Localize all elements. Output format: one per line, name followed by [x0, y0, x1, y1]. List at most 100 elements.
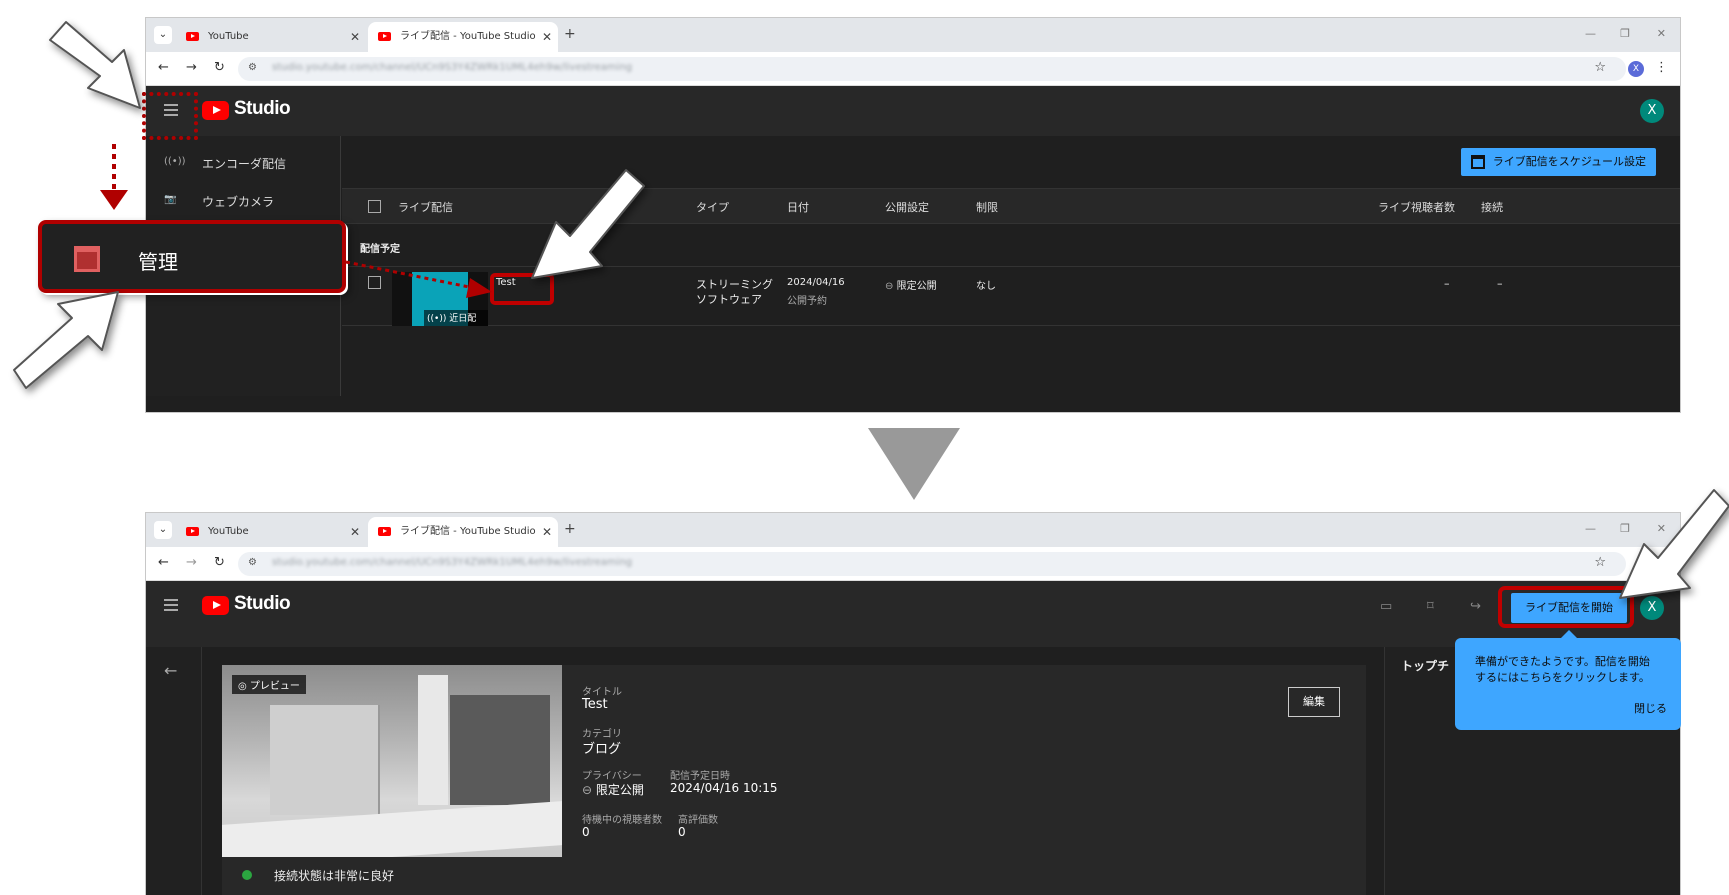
minimize-icon[interactable]: —: [1585, 27, 1596, 40]
close-window-icon[interactable]: ✕: [1657, 27, 1666, 40]
stream-preview[interactable]: ◎ プレビュー: [222, 665, 562, 857]
top-browser-window: ⌄ YouTube ✕ ライブ配信 - YouTube Studio ✕ + —…: [145, 17, 1681, 413]
site-info-icon[interactable]: ⚙: [248, 62, 257, 73]
tab-strip: ⌄ YouTube ✕ ライブ配信 - YouTube Studio ✕ + —…: [146, 513, 1680, 547]
header-type[interactable]: タイプ: [696, 199, 729, 215]
select-all-checkbox[interactable]: [368, 200, 381, 213]
youtube-logo-icon[interactable]: [202, 596, 229, 615]
minimize-icon[interactable]: —: [1585, 522, 1596, 535]
browser-menu-icon[interactable]: ⋮: [1655, 60, 1668, 75]
upcoming-badge-label: 近日配信: [449, 314, 477, 324]
url-text: studio.youtube.com/channel/UCn9S3Y4ZWRk1…: [272, 62, 633, 73]
header-visibility[interactable]: 公開設定: [885, 199, 929, 215]
forward-icon[interactable]: →: [186, 555, 197, 570]
hamburger-highlight: [142, 92, 198, 140]
tab-title: YouTube: [208, 31, 249, 42]
live-content-area: ライブ配信をスケジュール設定 ライブ配信 タイプ 日付 公開設定 制限 ライブ視…: [342, 136, 1680, 396]
close-tab-icon[interactable]: ✕: [542, 517, 552, 547]
calendar-icon: [74, 246, 100, 272]
stream-thumbnail[interactable]: ((•)) 近日配信: [392, 272, 488, 326]
down-arrow-icon: [868, 428, 960, 500]
header-connection[interactable]: 接続: [1481, 199, 1503, 215]
title-label: タイトル: [582, 687, 622, 698]
tab-title: ライブ配信 - YouTube Studio: [400, 31, 536, 42]
back-icon[interactable]: ←: [158, 60, 169, 75]
privacy-value: ⊖ 限定公開: [582, 781, 644, 798]
bookmark-star-icon[interactable]: ☆: [1594, 60, 1606, 75]
back-arrow-icon[interactable]: ←: [164, 661, 177, 680]
tab-studio[interactable]: ライブ配信 - YouTube Studio ✕: [368, 22, 558, 52]
close-tab-icon[interactable]: ✕: [350, 22, 360, 52]
restore-icon[interactable]: ❐: [1620, 27, 1630, 40]
studio-header: Studio ▭ ⌑ ↪ ライブ配信を開始 X: [146, 581, 1680, 647]
stream-card: ◎ プレビュー タイトル Test カテゴリ ブログ プライバシー ⊖ 限定公開…: [222, 665, 1366, 895]
new-tab-button[interactable]: +: [564, 521, 576, 537]
url-text: studio.youtube.com/channel/UCn9S3Y4ZWRk1…: [272, 557, 633, 568]
link-icon: ⊖: [582, 783, 593, 797]
manage-callout[interactable]: 管理: [38, 220, 346, 293]
tab-search-button[interactable]: ⌄: [154, 521, 172, 539]
share-icon[interactable]: ↪: [1470, 599, 1481, 614]
back-icon[interactable]: ←: [158, 555, 169, 570]
preview-label: プレビュー: [249, 681, 300, 692]
schedule-button-label: ライブ配信をスケジュール設定: [1492, 155, 1646, 168]
reload-icon[interactable]: ↻: [214, 60, 225, 75]
youtube-logo-icon[interactable]: [202, 101, 229, 120]
youtube-favicon-icon: [186, 527, 199, 536]
date-value: 2024/04/16: [787, 277, 845, 288]
header-stream[interactable]: ライブ配信: [398, 199, 453, 215]
tab-search-button[interactable]: ⌄: [154, 26, 172, 44]
sidebar-item-encoder[interactable]: ((•)) エンコーダ配信: [146, 144, 341, 182]
pointer-arrow-icon: [49, 21, 141, 109]
close-tab-icon[interactable]: ✕: [350, 517, 360, 547]
restore-icon[interactable]: ❐: [1620, 522, 1630, 535]
sidebar-item-label: ウェブカメラ: [202, 195, 275, 209]
bookmark-star-icon[interactable]: ☆: [1594, 555, 1606, 570]
account-avatar[interactable]: X: [1640, 99, 1664, 123]
tooltip-text: 準備ができたようです。配信を開始するにはこちらをクリックします。: [1475, 655, 1650, 684]
header-viewers[interactable]: ライブ視聴者数: [1378, 199, 1455, 215]
reload-icon[interactable]: ↻: [214, 555, 225, 570]
close-tab-icon[interactable]: ✕: [542, 22, 552, 52]
upcoming-badge: ((•)) 近日配信: [424, 310, 488, 326]
hamburger-menu-icon[interactable]: [164, 599, 178, 611]
clapperboard-icon[interactable]: ▭: [1380, 599, 1392, 614]
down-arrowhead-icon: [100, 190, 128, 210]
tab-youtube[interactable]: YouTube ✕: [176, 22, 366, 52]
profile-avatar[interactable]: X: [1628, 61, 1644, 77]
tab-studio[interactable]: ライブ配信 - YouTube Studio ✕: [368, 517, 558, 547]
row-checkbox[interactable]: [368, 276, 381, 289]
new-tab-button[interactable]: +: [564, 26, 576, 42]
address-input[interactable]: ⚙ studio.youtube.com/channel/UCn9S3Y4ZWR…: [238, 552, 1626, 576]
forward-icon[interactable]: →: [186, 60, 197, 75]
address-input[interactable]: ⚙ studio.youtube.com/channel/UCn9S3Y4ZWR…: [238, 57, 1626, 81]
connection-status-text: 接続状態は非常に良好: [274, 869, 395, 883]
category-value: ブログ: [582, 742, 622, 757]
status-dot-icon: [242, 870, 252, 880]
address-bar-row: ← → ↻ ⚙ studio.youtube.com/channel/UCn9S…: [146, 52, 1680, 86]
likes-label: 高評価数: [678, 815, 718, 826]
tab-youtube[interactable]: YouTube ✕: [176, 517, 366, 547]
close-window-icon[interactable]: ✕: [1657, 522, 1666, 535]
site-info-icon[interactable]: ⚙: [248, 557, 257, 568]
account-avatar[interactable]: X: [1640, 596, 1664, 620]
likes-value: 0: [678, 825, 686, 839]
manage-label: 管理: [138, 250, 178, 274]
privacy-text: 限定公開: [595, 783, 644, 797]
right-pane-title: トップチ: [1401, 659, 1450, 673]
table-header: ライブ配信 タイプ 日付 公開設定 制限 ライブ視聴者数 接続: [342, 188, 1680, 224]
link-icon: ⊖: [885, 281, 894, 292]
preview-tag: ◎ プレビュー: [232, 675, 306, 694]
stream-detail-area: ◎ プレビュー タイトル Test カテゴリ ブログ プライバシー ⊖ 限定公開…: [202, 647, 1366, 895]
tooltip-close-link[interactable]: 閉じる: [1634, 700, 1667, 716]
header-restriction[interactable]: 制限: [976, 199, 998, 215]
header-date[interactable]: 日付: [787, 199, 809, 215]
browser-menu-icon[interactable]: ⋮: [1655, 555, 1668, 570]
schedule-stream-button[interactable]: ライブ配信をスケジュール設定: [1460, 148, 1656, 176]
visibility-value[interactable]: ⊖ 限定公開: [885, 277, 937, 292]
studio-logo-text: Studio: [234, 98, 291, 119]
sidebar-item-webcam[interactable]: 📷 ウェブカメラ: [146, 182, 341, 220]
edit-button[interactable]: 編集: [1288, 687, 1340, 717]
viewers-value: –: [1444, 277, 1450, 290]
bookmark-icon[interactable]: ⌑: [1427, 599, 1434, 614]
